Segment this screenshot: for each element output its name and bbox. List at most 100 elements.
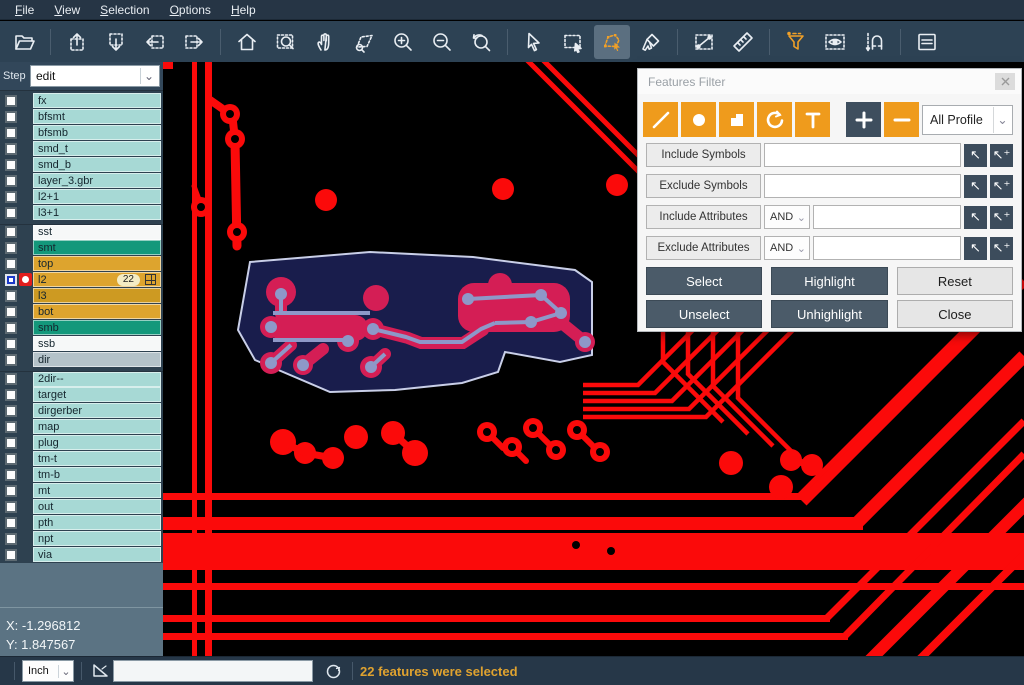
pick-add-attribute-icon[interactable]: ↖⁺ (990, 206, 1013, 229)
import-top-icon[interactable] (59, 25, 95, 59)
snap-angle-icon[interactable] (89, 663, 113, 679)
layer-label[interactable]: smd_b (33, 157, 161, 172)
layer-visibility-checkbox[interactable] (5, 258, 17, 270)
menu-file[interactable]: File (6, 1, 43, 19)
layer-row[interactable]: ssb (0, 336, 163, 351)
layer-visibility-checkbox[interactable] (5, 290, 17, 302)
layer-row[interactable]: sst (0, 224, 163, 239)
layer-label[interactable]: smb (33, 320, 161, 335)
surface-feature-icon[interactable] (719, 102, 754, 137)
layer-visibility-checkbox[interactable] (5, 501, 17, 513)
exclude-symbols-button[interactable]: Exclude Symbols (646, 174, 761, 198)
home-icon[interactable] (229, 25, 265, 59)
include-symbols-input[interactable] (764, 143, 961, 167)
layer-label[interactable]: sst (33, 225, 161, 240)
layer-label[interactable]: 2dir-- (33, 372, 161, 387)
pick-attribute-icon[interactable]: ↖ (964, 206, 987, 229)
pick-symbol-icon[interactable]: ↖ (964, 175, 987, 198)
zoom-polygon-icon[interactable] (346, 25, 382, 59)
layer-visibility-checkbox[interactable] (5, 405, 17, 417)
unhighlight-button[interactable]: Unhighlight (771, 300, 887, 328)
layer-row[interactable]: dir (0, 352, 163, 367)
step-dropdown[interactable]: edit ⌄ (30, 65, 160, 87)
layer-row[interactable]: smb (0, 320, 163, 335)
ruler-icon[interactable] (725, 25, 761, 59)
remove-mode-icon[interactable] (884, 102, 919, 137)
layer-label[interactable]: bot (33, 304, 161, 319)
layer-label[interactable]: bfsmt (33, 109, 161, 124)
layer-row[interactable]: l3+1 (0, 205, 163, 220)
layer-row[interactable]: target (0, 387, 163, 402)
snap-magnet-icon[interactable] (856, 25, 892, 59)
layer-visibility-checkbox[interactable] (5, 143, 17, 155)
layer-visibility-checkbox[interactable] (5, 95, 17, 107)
close-button[interactable]: Close (897, 300, 1013, 328)
reset-button[interactable]: Reset (897, 267, 1013, 295)
pick-symbol-icon[interactable]: ↖ (964, 144, 987, 167)
text-feature-icon[interactable] (795, 102, 830, 137)
layer-visibility-checkbox[interactable] (5, 274, 17, 286)
dialog-titlebar[interactable]: Features Filter (638, 69, 1021, 94)
zoom-out-icon[interactable] (424, 25, 460, 59)
layer-visibility-checkbox[interactable] (5, 322, 17, 334)
layer-row[interactable]: fx (0, 93, 163, 108)
layer-visibility-checkbox[interactable] (5, 373, 17, 385)
layer-row[interactable]: pth (0, 515, 163, 530)
layer-label[interactable]: l3+1 (33, 205, 161, 220)
layer-row[interactable]: plug (0, 435, 163, 450)
layer-row[interactable]: smd_t (0, 141, 163, 156)
layer-label[interactable]: top (33, 256, 161, 271)
layer-visibility-checkbox[interactable] (5, 469, 17, 481)
layer-row[interactable]: top (0, 256, 163, 271)
arc-feature-icon[interactable] (757, 102, 792, 137)
layer-label[interactable]: mt (33, 483, 161, 498)
layer-visibility-checkbox[interactable] (5, 175, 17, 187)
layer-label[interactable]: smt (33, 240, 161, 255)
line-feature-icon[interactable] (643, 102, 678, 137)
layer-row[interactable]: l2+1 (0, 189, 163, 204)
layer-visibility-checkbox[interactable] (5, 207, 17, 219)
polygon-select-icon[interactable] (594, 25, 630, 59)
layer-label[interactable]: target (33, 387, 161, 402)
pick-add-attribute-icon[interactable]: ↖⁺ (990, 237, 1013, 260)
view-eye-icon[interactable] (817, 25, 853, 59)
layer-label[interactable]: tm-b (33, 467, 161, 482)
layer-label[interactable]: dir (33, 352, 161, 367)
layer-visibility-checkbox[interactable] (5, 437, 17, 449)
pick-add-symbol-icon[interactable]: ↖⁺ (990, 144, 1013, 167)
include-symbols-button[interactable]: Include Symbols (646, 143, 761, 167)
layer-row[interactable]: bfsmb (0, 125, 163, 140)
layer-label[interactable]: map (33, 419, 161, 434)
layer-visibility-checkbox[interactable] (5, 453, 17, 465)
unselect-button[interactable]: Unselect (646, 300, 762, 328)
import-right-icon[interactable] (176, 25, 212, 59)
menu-help[interactable]: Help (222, 1, 265, 19)
exclude-symbols-input[interactable] (764, 174, 961, 198)
select-button[interactable]: Select (646, 267, 762, 295)
clean-brush-icon[interactable] (633, 25, 669, 59)
zoom-area-icon[interactable] (268, 25, 304, 59)
pick-attribute-icon[interactable]: ↖ (964, 237, 987, 260)
measure-icon[interactable] (686, 25, 722, 59)
layer-row[interactable]: bot (0, 304, 163, 319)
layer-label[interactable]: l2+1 (33, 189, 161, 204)
menu-selection[interactable]: Selection (91, 1, 158, 19)
include-attributes-button[interactable]: Include Attributes (646, 205, 761, 229)
grid-icon[interactable] (145, 274, 156, 285)
layer-visibility-checkbox[interactable] (5, 338, 17, 350)
exclude-attributes-logic-dropdown[interactable]: AND ⌄ (764, 236, 810, 260)
layer-row[interactable]: via (0, 547, 163, 562)
include-attributes-input[interactable] (813, 205, 961, 229)
layer-label[interactable]: pth (33, 515, 161, 530)
layer-row[interactable]: smt (0, 240, 163, 255)
pad-feature-icon[interactable] (681, 102, 716, 137)
layer-visibility-checkbox[interactable] (5, 485, 17, 497)
zoom-previous-icon[interactable] (463, 25, 499, 59)
layer-row[interactable]: npt (0, 531, 163, 546)
layer-label[interactable]: layer_3.gbr (33, 173, 161, 188)
units-dropdown[interactable]: Inch ⌄ (22, 660, 74, 682)
layer-row[interactable]: 2dir-- (0, 371, 163, 386)
layer-row[interactable]: out (0, 499, 163, 514)
features-filter-icon[interactable] (778, 25, 814, 59)
layer-label[interactable]: bfsmb (33, 125, 161, 140)
